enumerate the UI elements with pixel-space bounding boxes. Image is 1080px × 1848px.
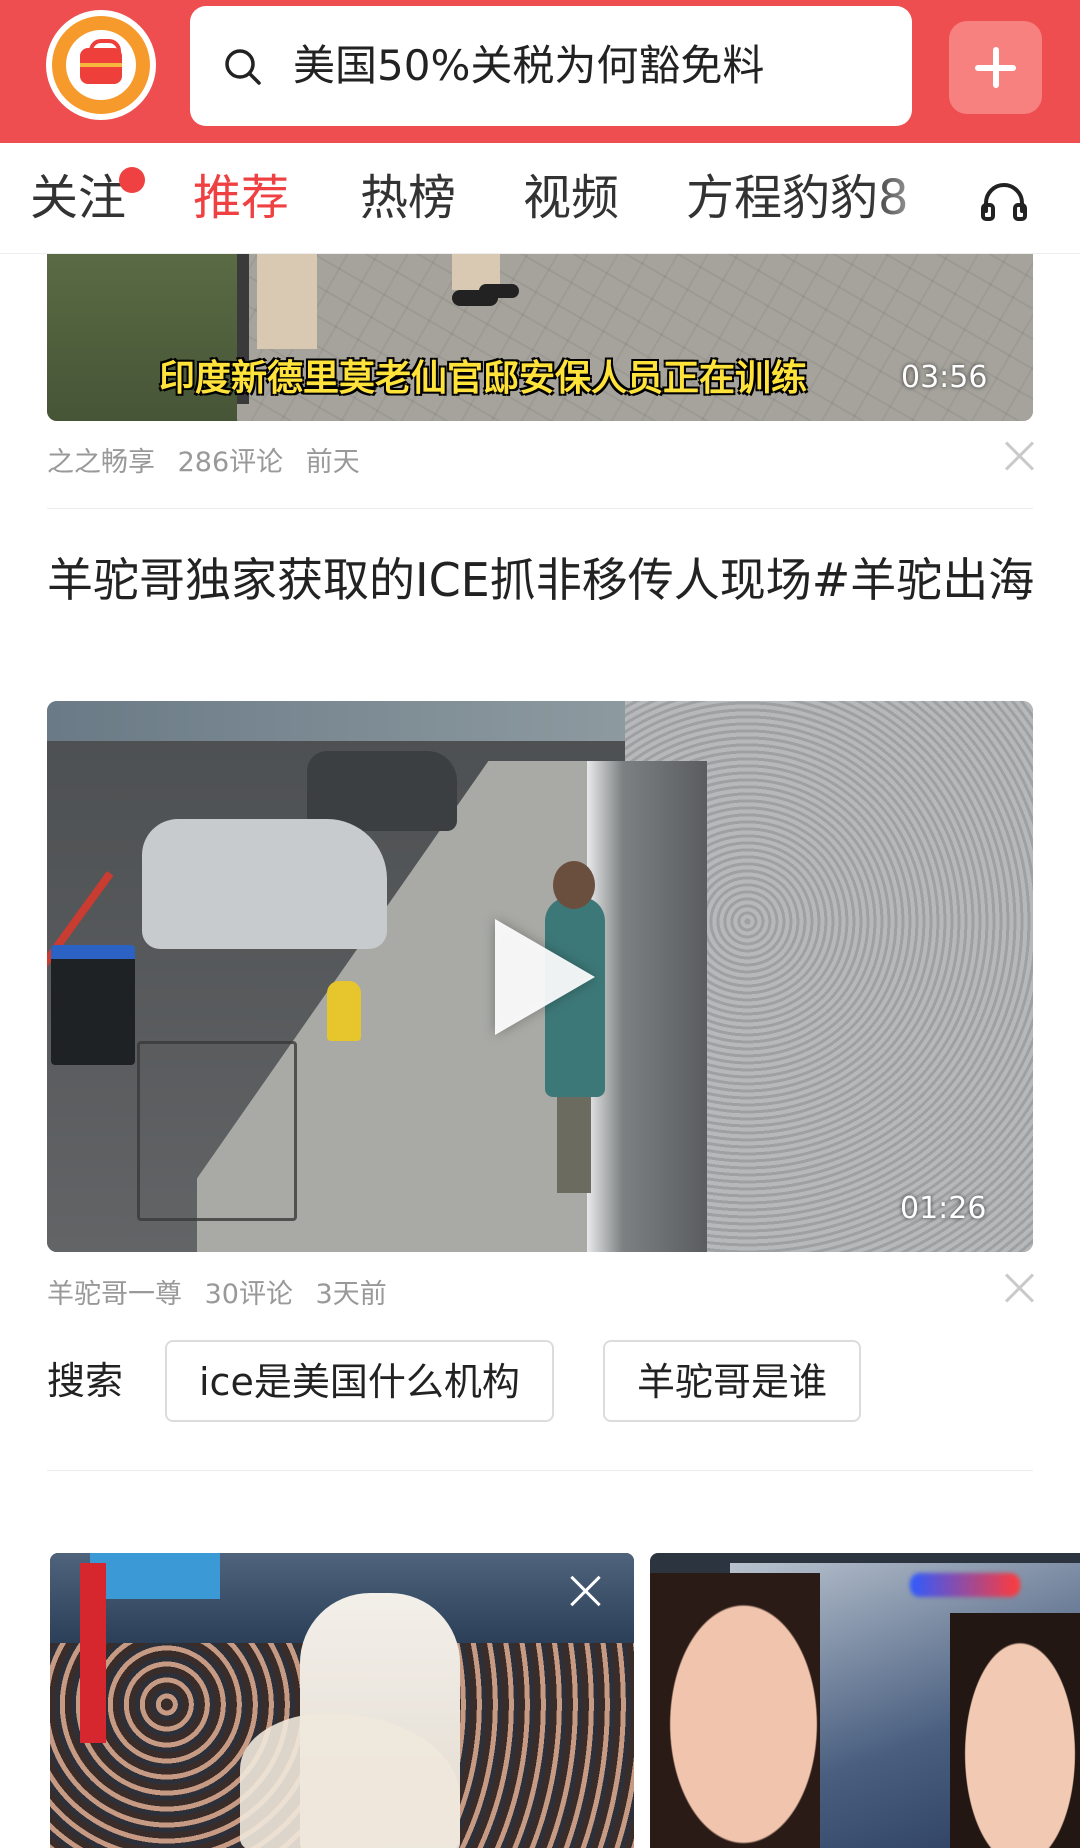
- thumbnail-screen: [90, 1553, 220, 1599]
- dismiss-close-icon[interactable]: [1004, 440, 1036, 472]
- related-search-label: 搜索: [47, 1359, 124, 1403]
- thumbnail-sky: [47, 701, 627, 741]
- tab-recommend[interactable]: 推荐: [193, 143, 289, 254]
- dismiss-close-icon[interactable]: [1004, 1272, 1036, 1304]
- thumbnail-figure: [257, 254, 317, 349]
- thumbnail-face: [650, 1573, 820, 1848]
- video-thumbnail[interactable]: [50, 1553, 634, 1848]
- comment-count: 286评论: [177, 447, 284, 478]
- divider: [47, 508, 1033, 509]
- tabs-fade: [870, 153, 950, 243]
- notification-dot: [119, 167, 145, 193]
- author-name[interactable]: 之之畅享: [47, 447, 155, 478]
- top-bar: 美国50%关税为何豁免料: [0, 0, 1080, 143]
- author-name[interactable]: 羊驼哥一尊: [47, 1279, 182, 1310]
- thumbnail-flag: [80, 1563, 106, 1743]
- search-icon: [225, 49, 261, 85]
- video-duration: 01:26: [900, 1191, 987, 1226]
- thumbnail-silver-car: [142, 819, 387, 949]
- post-meta: 之之畅享 286评论 前天: [47, 440, 374, 479]
- thumbnail-siren-lights: [910, 1573, 1020, 1597]
- video-thumbnail[interactable]: 01:26: [47, 701, 1033, 1252]
- thumbnail-shoe: [479, 284, 519, 298]
- thumbnail-window: [587, 761, 707, 1252]
- video-duration: 03:56: [901, 360, 988, 395]
- tab-video[interactable]: 视频: [523, 143, 619, 254]
- search-hint-text[interactable]: 美国50%关税为何豁免料: [293, 6, 912, 126]
- channel-tabs: 关注 推荐 热榜 视频 方程豹豹8: [0, 143, 1080, 254]
- thumbnail-person-head: [553, 861, 595, 909]
- thumbnail-hydrant: [327, 981, 361, 1041]
- close-icon[interactable]: [570, 1575, 602, 1607]
- related-search-row: 搜索 ice是美国什么机构 羊驼哥是谁: [0, 1340, 1080, 1422]
- tab-follow[interactable]: 关注: [30, 143, 126, 254]
- related-search-chip[interactable]: 羊驼哥是谁: [603, 1340, 862, 1422]
- tab-hot-list[interactable]: 热榜: [360, 143, 456, 254]
- related-search-chip[interactable]: ice是美国什么机构: [165, 1340, 554, 1422]
- headphones-icon[interactable]: [980, 179, 1028, 221]
- app-logo-icon[interactable]: [46, 10, 156, 120]
- thumbnail-trash-bin: [51, 945, 135, 1065]
- logo-ring: [52, 16, 150, 114]
- plus-icon-vertical: [993, 47, 999, 88]
- thumbnail-person-legs: [557, 1083, 591, 1193]
- video-caption: 印度新德里莫老仙官邸安保人员正在训练: [159, 358, 808, 399]
- video-thumbnail[interactable]: 印度新德里莫老仙官邸安保人员正在训练 03:56: [47, 254, 1033, 421]
- shopping-bag-logo-icon: [80, 39, 122, 84]
- thumbnail-face: [950, 1613, 1080, 1848]
- post-meta: 羊驼哥一尊 30评论 3天前: [47, 1272, 401, 1311]
- article-title[interactable]: 羊驼哥独家获取的ICE抓非移传人现场#羊驼出海: [47, 548, 1037, 612]
- video-thumbnail[interactable]: [650, 1553, 1080, 1848]
- search-box[interactable]: 美国50%关税为何豁免料: [190, 6, 912, 126]
- play-icon[interactable]: [495, 919, 595, 1035]
- comment-count: 30评论: [204, 1279, 293, 1310]
- search-fade: [890, 26, 912, 106]
- post-time: 前天: [305, 447, 360, 478]
- logo-inner: [66, 30, 136, 100]
- thumbnail-shopping-cart: [137, 1041, 297, 1221]
- divider: [47, 1470, 1033, 1471]
- add-button[interactable]: [949, 21, 1042, 114]
- post-time: 3天前: [315, 1279, 387, 1310]
